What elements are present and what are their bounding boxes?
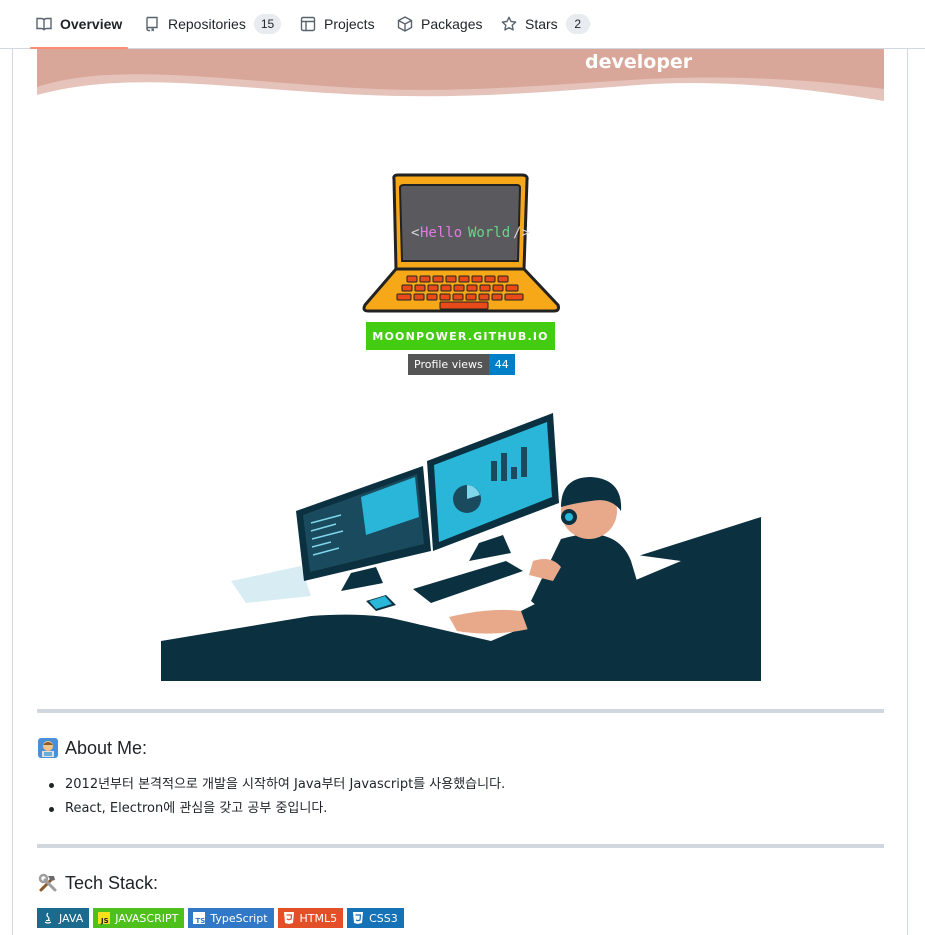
laptop-code-open: < [411,225,419,241]
typescript-badge-label: TypeScript [210,911,268,925]
banner-title: developer [585,51,693,73]
javascript-badge[interactable]: JS JAVASCRIPT [93,908,185,928]
list-item: React, Electron에 관심을 갖고 공부 중입니다. [37,797,505,821]
html5-icon [282,911,296,925]
technologist-icon [37,737,59,759]
js-icon: JS [97,911,111,925]
about-me-list: 2012년부터 본격적으로 개발을 시작하여 Java부터 Javascript… [37,773,505,821]
repo-icon [144,16,160,32]
tab-packages[interactable]: Packages [397,0,482,48]
typescript-badge[interactable]: TS TypeScript [188,908,274,928]
java-badge-label: JAVA [59,911,84,925]
profile-views-count: 44 [488,354,515,375]
svg-text:JS: JS [100,917,109,925]
table-icon [300,16,316,32]
tech-stack-badges: JAVA JS JAVASCRIPT TS TypeScript HTML5 C… [37,908,404,928]
ts-icon: TS [192,911,206,925]
svg-text:TS: TS [196,917,206,925]
java-badge[interactable]: JAVA [37,908,90,928]
section-divider [37,709,884,713]
profile-views-label: Profile views [408,354,489,375]
css3-badge-label: CSS3 [369,911,398,925]
tab-repositories[interactable]: Repositories 15 [144,0,282,48]
css3-icon [351,911,365,925]
laptop-code-world: World [468,225,510,241]
tech-stack-heading: Tech Stack: [37,872,158,894]
book-icon [36,16,52,32]
section-divider [37,844,884,848]
profile-readme: developer < Hello World /> MOONPOWER.GIT… [12,49,908,935]
laptop-hello-world-icon: < Hello World /> [362,173,560,313]
tab-repositories-label: Repositories [168,16,246,32]
html5-badge-label: HTML5 [299,911,338,925]
java-icon [41,911,55,925]
header-wave-banner [37,49,884,101]
javascript-badge-label: JAVASCRIPT [115,911,179,925]
profile-tab-nav: Overview Repositories 15 Projects Packag… [0,0,925,49]
developer-at-desk-illustration [161,413,761,681]
package-icon [397,16,413,32]
html5-badge[interactable]: HTML5 [277,908,344,928]
tab-stars[interactable]: Stars 2 [501,0,590,48]
star-icon [501,16,517,32]
website-badge[interactable]: MOONPOWER.GITHUB.IO [366,322,555,350]
css3-badge[interactable]: CSS3 [347,908,404,928]
tab-packages-label: Packages [421,16,483,32]
about-me-title: About Me: [65,737,148,758]
tech-stack-title: Tech Stack: [65,872,159,893]
tab-projects-label: Projects [324,16,375,32]
laptop-code-close: /> [513,225,530,241]
laptop-code-hello: Hello [420,225,462,241]
tab-stars-label: Stars [525,16,558,32]
tab-overview[interactable]: Overview [29,0,129,49]
list-item: 2012년부터 본격적으로 개발을 시작하여 Java부터 Javascript… [37,773,505,797]
tab-overview-label: Overview [60,16,123,32]
stars-count-badge: 2 [565,14,590,34]
about-me-heading: About Me: [37,737,147,759]
profile-views-badge: Profile views 44 [408,354,515,375]
tab-projects[interactable]: Projects [300,0,375,48]
repositories-count-badge: 15 [253,14,282,34]
hammer-and-wrench-icon [37,872,59,894]
